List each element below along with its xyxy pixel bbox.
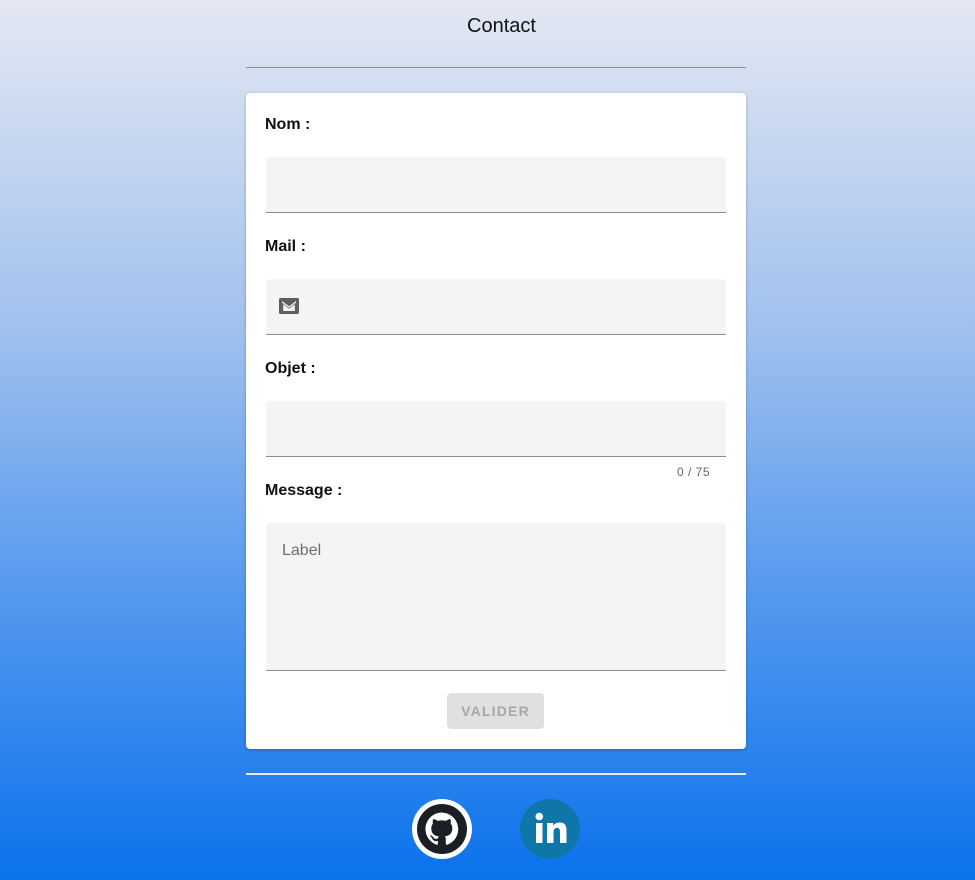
message-placeholder: Label	[282, 542, 322, 559]
objet-character-counter: 0 / 75	[676, 465, 710, 479]
page-title: Contact	[467, 15, 536, 37]
nom-label: Nom :	[265, 116, 311, 133]
mail-input[interactable]	[266, 279, 726, 335]
linkedin-icon[interactable]	[520, 799, 580, 859]
objet-label: Objet :	[265, 360, 316, 377]
valider-button[interactable]: VALIDER	[447, 693, 544, 729]
github-icon[interactable]	[412, 799, 472, 859]
nom-input[interactable]	[266, 157, 726, 213]
divider-top	[246, 67, 746, 68]
objet-input[interactable]	[266, 401, 726, 457]
mail-label: Mail :	[265, 238, 306, 255]
message-label: Message :	[265, 482, 343, 499]
contact-form-card: Nom : Mail : Objet : 0 / 75 Message : La…	[246, 93, 746, 749]
mail-icon	[279, 298, 299, 314]
message-textarea[interactable]: Label	[266, 523, 726, 671]
divider-bottom	[246, 773, 746, 775]
